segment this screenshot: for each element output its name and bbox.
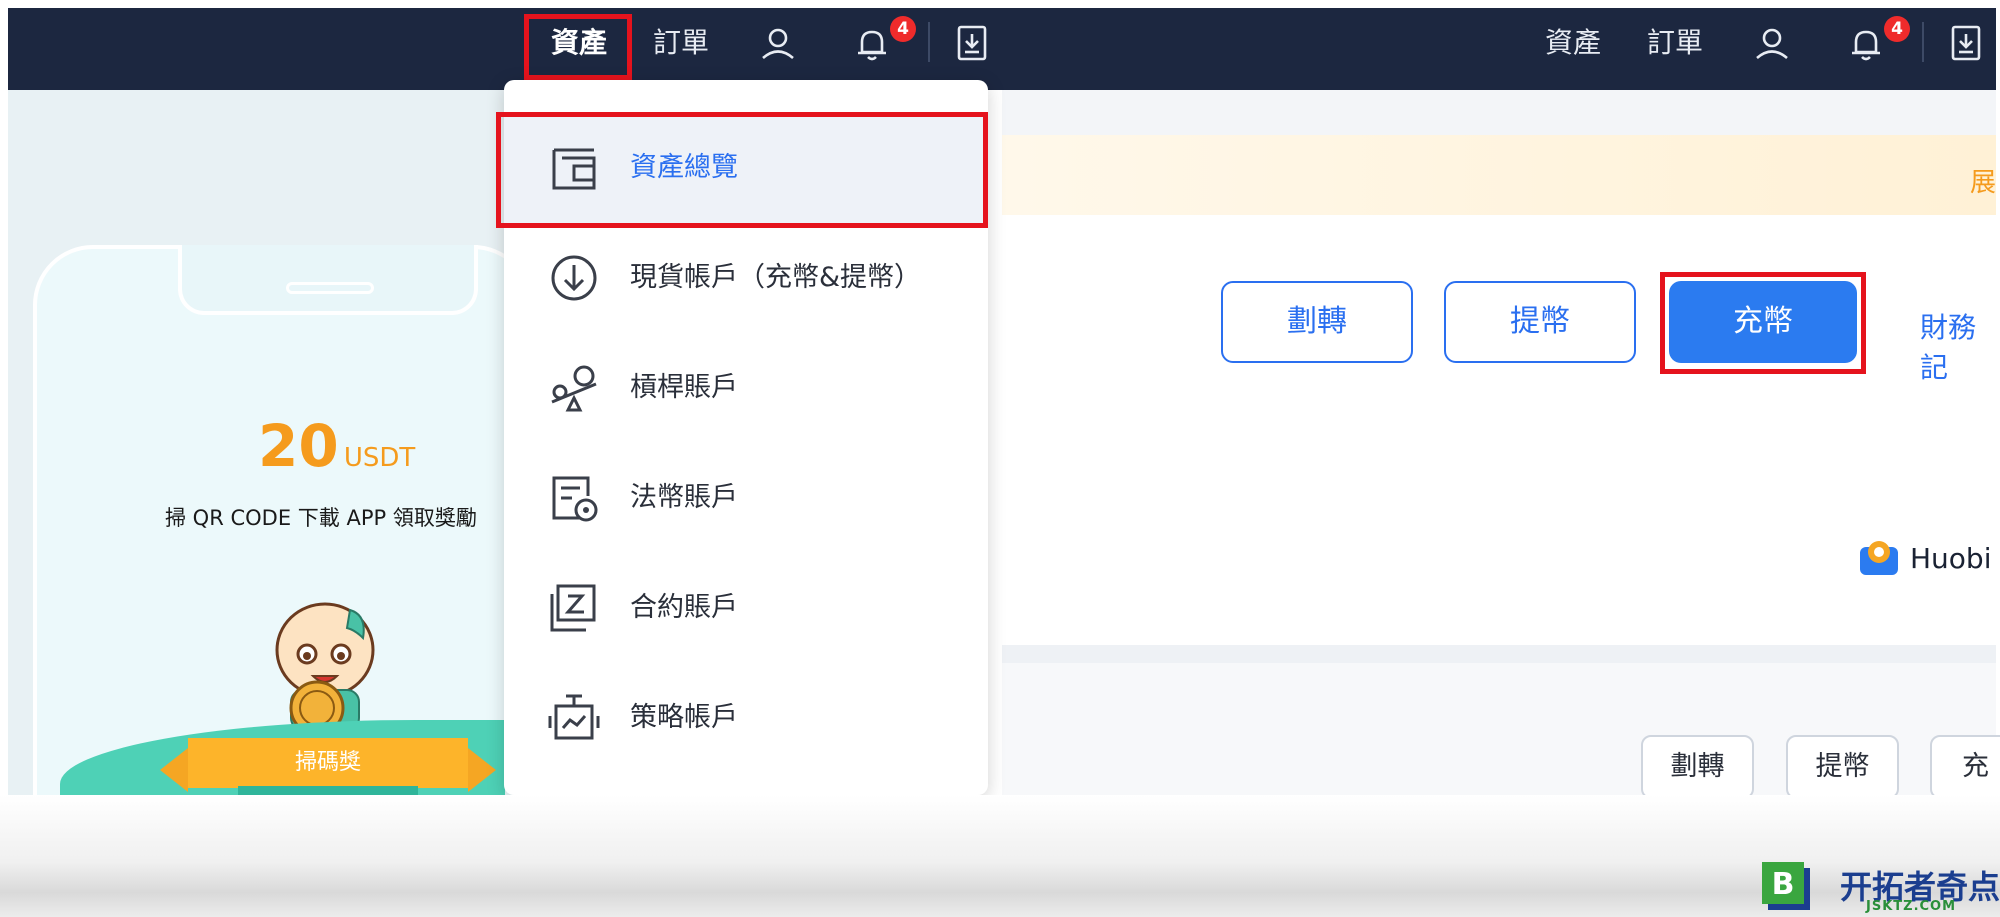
withdraw-button[interactable]: 提幣 <box>1444 281 1636 363</box>
promo-ribbon: 掃碼獎 <box>188 738 468 788</box>
nav-orders[interactable]: 訂單 <box>653 28 709 58</box>
notification-badge-right: 4 <box>1884 16 1910 42</box>
fiat-icon <box>552 476 598 522</box>
promo-amount-group: 20 USDT <box>258 412 415 480</box>
huobi-text[interactable]: Huobi <box>1910 542 1991 575</box>
menu-label-strategy-account: 策略帳戶 <box>630 702 738 733</box>
download-app-icon-right[interactable] <box>1946 23 1986 63</box>
mascot-icon <box>275 602 375 736</box>
lower-withdraw-button[interactable]: 提幣 <box>1786 735 1899 799</box>
watermark-domain: JSKTZ.COM <box>1866 899 1957 914</box>
screenshot-stage: 資產 訂單 4 資產 訂單 4 20 USDT 掃 QR CODE 下載 APP… <box>0 0 2000 917</box>
nav-divider <box>928 22 930 62</box>
nav-assets-right[interactable]: 資產 <box>1545 28 1601 58</box>
footer-blur <box>0 795 2000 917</box>
notice-text[interactable]: 展 <box>1970 162 1996 199</box>
transfer-button[interactable]: 劃轉 <box>1221 281 1413 363</box>
nav-assets[interactable]: 資產 <box>551 28 607 58</box>
menu-label-fiat-account: 法幣賬戶 <box>630 482 738 513</box>
menu-label-assets-overview: 資產總覽 <box>630 152 738 183</box>
menu-label-margin-account: 槓桿賬戶 <box>630 372 738 403</box>
leverage-icon <box>551 365 597 412</box>
section-gap <box>1002 645 1996 663</box>
download-circle-icon <box>551 255 597 301</box>
watermark-logo-icon: B <box>1762 862 1810 910</box>
wallet-icon <box>552 148 596 190</box>
ribbon-right-tail <box>468 748 496 792</box>
menu-label-spot-account: 現貨帳戶（充幣&提幣） <box>630 262 922 293</box>
lower-transfer-button[interactable]: 劃轉 <box>1641 735 1754 799</box>
watermark-logo-letter: B <box>1772 867 1795 902</box>
user-icon-right[interactable] <box>1752 23 1792 63</box>
deposit-button[interactable]: 充幣 <box>1669 281 1857 363</box>
contract-icon <box>550 584 596 632</box>
download-app-icon[interactable] <box>952 23 992 63</box>
finance-records-link[interactable]: 財務記 <box>1920 306 2000 386</box>
strategy-icon <box>548 694 600 740</box>
notification-badge: 4 <box>890 16 916 42</box>
phone-speaker <box>286 282 374 294</box>
promo-unit: USDT <box>343 443 416 473</box>
right-top-strip <box>1002 90 1996 135</box>
phone-notch <box>178 245 478 315</box>
notice-banner <box>1002 135 1996 215</box>
huobi-wallet-icon <box>1860 541 1898 575</box>
promo-amount: 20 <box>258 412 339 480</box>
nav-divider-right <box>1922 22 1924 62</box>
promo-subtitle: 掃 QR CODE 下載 APP 領取獎勵 <box>165 506 477 530</box>
bell-icon-right[interactable] <box>1846 24 1886 64</box>
menu-label-contract-account: 合約賬戶 <box>630 592 738 623</box>
lower-deposit-button[interactable]: 充 <box>1930 735 2000 799</box>
ribbon-left-tail <box>160 748 188 792</box>
user-icon[interactable] <box>758 23 798 63</box>
bell-icon[interactable] <box>852 24 892 64</box>
nav-orders-right[interactable]: 訂單 <box>1647 28 1703 58</box>
